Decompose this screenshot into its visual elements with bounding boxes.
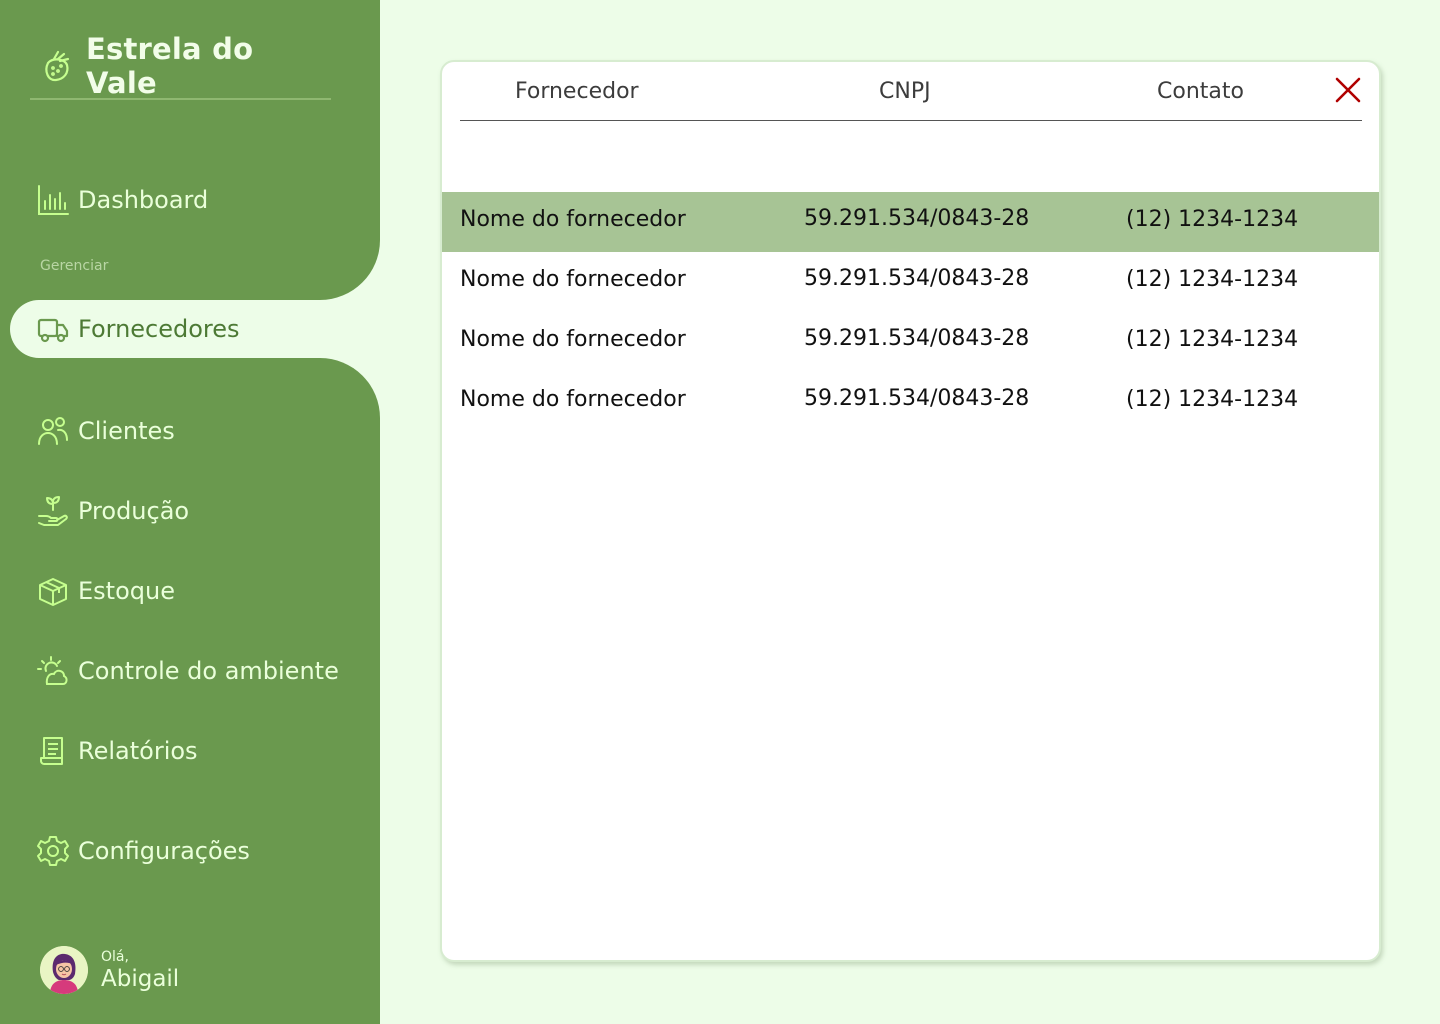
- user-name: Abigail: [101, 965, 180, 992]
- section-label: Gerenciar: [40, 258, 109, 274]
- table-row[interactable]: Nome do fornecedor 59.291.534/0843-28 (1…: [442, 192, 1379, 252]
- active-tab-notch-bottom: [300, 358, 380, 418]
- column-header-contato[interactable]: Contato: [1157, 79, 1244, 104]
- cell-cnpj: 59.291.534/0843-28: [804, 266, 1030, 291]
- close-icon[interactable]: [1332, 74, 1364, 106]
- sidebar-item-fornecedores[interactable]: Fornecedores: [36, 312, 240, 346]
- column-header-cnpj[interactable]: CNPJ: [879, 79, 931, 104]
- sidebar-item-controle-ambiente[interactable]: Controle do ambiente: [36, 654, 339, 688]
- cell-cnpj: 59.291.534/0843-28: [804, 326, 1030, 351]
- sidebar-item-dashboard[interactable]: Dashboard: [36, 183, 208, 217]
- users-icon: [36, 414, 70, 448]
- cell-cnpj: 59.291.534/0843-28: [804, 386, 1030, 411]
- sidebar-item-estoque[interactable]: Estoque: [36, 574, 175, 608]
- table-row[interactable]: Nome do fornecedor 59.291.534/0843-28 (1…: [442, 252, 1379, 312]
- cell-fornecedor: Nome do fornecedor: [460, 327, 686, 352]
- cell-fornecedor: Nome do fornecedor: [460, 387, 686, 412]
- cell-contato: (12) 1234-1234: [1126, 207, 1299, 232]
- cell-contato: (12) 1234-1234: [1126, 327, 1299, 352]
- cell-cnpj: 59.291.534/0843-28: [804, 206, 1030, 231]
- sidebar-item-relatorios[interactable]: Relatórios: [36, 734, 198, 768]
- chart-icon: [36, 183, 70, 217]
- report-icon: [36, 734, 70, 768]
- user-profile[interactable]: Olá, Abigail: [40, 946, 179, 994]
- sidebar-item-configuracoes[interactable]: Configurações: [36, 834, 250, 868]
- cell-contato: (12) 1234-1234: [1126, 387, 1299, 412]
- strawberry-logo-icon: [40, 49, 76, 85]
- truck-icon: [36, 312, 70, 346]
- brand: Estrela do Vale: [30, 32, 331, 100]
- box-icon: [36, 574, 70, 608]
- avatar: [40, 946, 88, 994]
- sidebar-item-clientes[interactable]: Clientes: [36, 414, 175, 448]
- cell-fornecedor: Nome do fornecedor: [460, 267, 686, 292]
- sidebar-item-label: Estoque: [78, 577, 175, 605]
- sidebar-item-label: Produção: [78, 497, 190, 525]
- cell-fornecedor: Nome do fornecedor: [460, 207, 686, 232]
- column-header-fornecedor[interactable]: Fornecedor: [515, 79, 639, 104]
- sidebar-item-label: Configurações: [78, 837, 250, 865]
- plant-hand-icon: [36, 494, 70, 528]
- sidebar-item-label: Controle do ambiente: [78, 657, 339, 685]
- sun-cloud-icon: [36, 654, 70, 688]
- greeting: Olá,: [101, 948, 129, 965]
- sidebar-item-label: Clientes: [78, 417, 175, 445]
- active-tab-notch-top: [300, 240, 380, 300]
- sidebar-item-producao[interactable]: Produção: [36, 494, 189, 528]
- brand-name: Estrela do Vale: [86, 32, 254, 100]
- sidebar-item-label: Dashboard: [78, 186, 209, 214]
- table-row[interactable]: Nome do fornecedor 59.291.534/0843-28 (1…: [442, 372, 1379, 432]
- suppliers-table-card: Fornecedor CNPJ Contato Nome do forneced…: [440, 60, 1381, 962]
- sidebar-item-label: Fornecedores: [78, 315, 240, 343]
- sidebar-item-label: Relatórios: [78, 737, 198, 765]
- gear-icon: [36, 834, 70, 868]
- table-row[interactable]: Nome do fornecedor 59.291.534/0843-28 (1…: [442, 312, 1379, 372]
- cell-contato: (12) 1234-1234: [1126, 267, 1299, 292]
- table-header: Fornecedor CNPJ Contato: [460, 62, 1362, 121]
